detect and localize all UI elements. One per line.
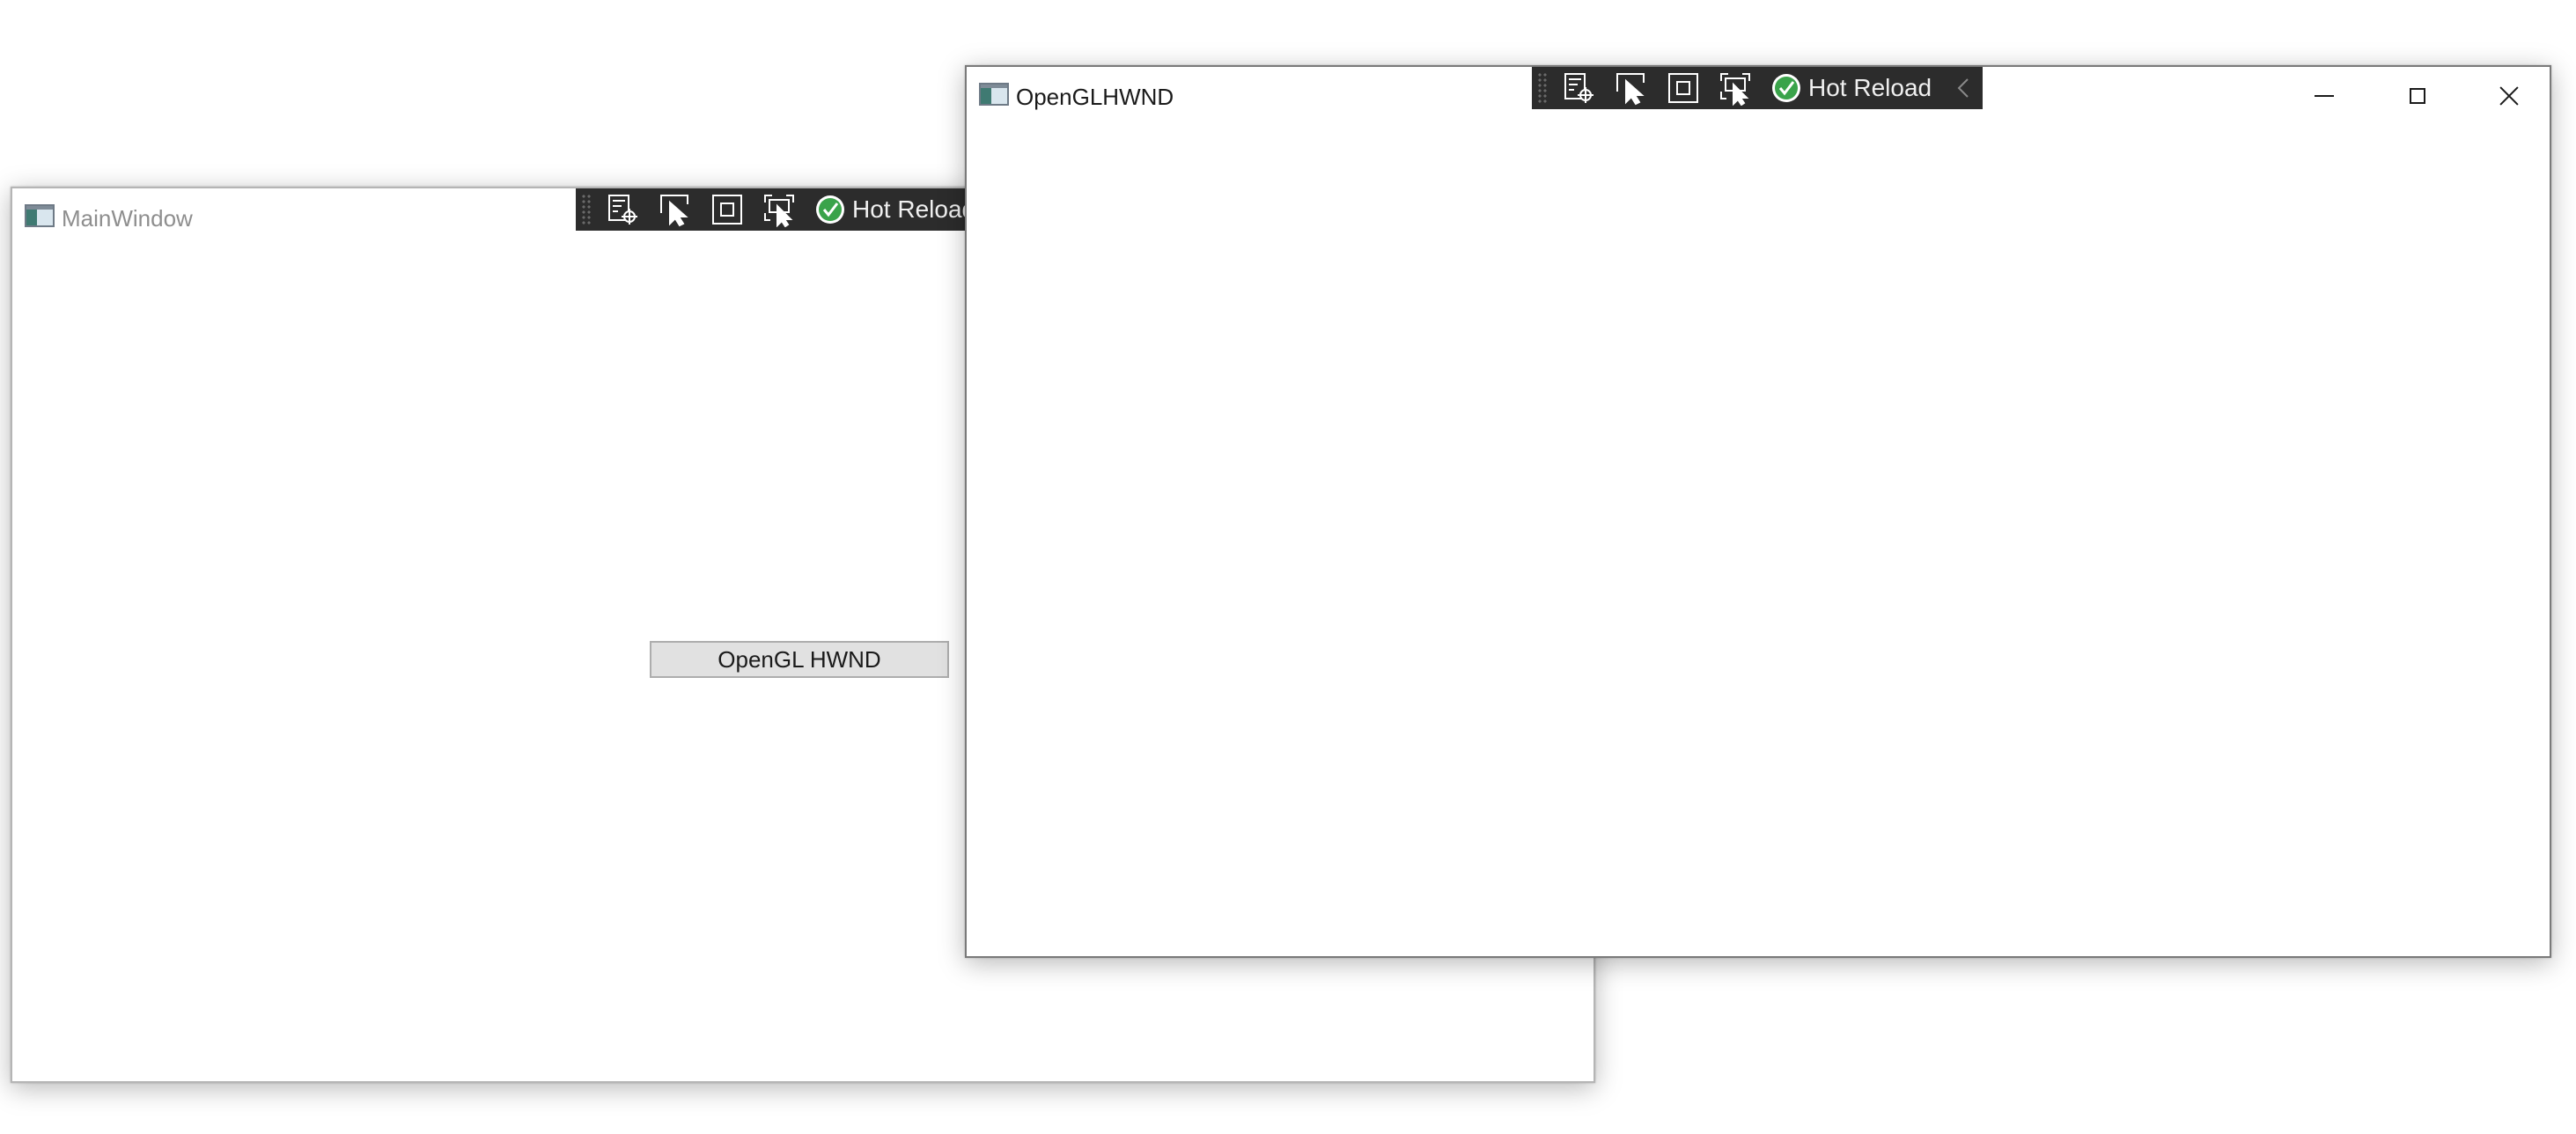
track-focus-icon[interactable] <box>1716 69 1755 107</box>
live-visual-tree-icon[interactable] <box>604 190 643 229</box>
minimize-button[interactable] <box>2284 70 2365 122</box>
track-focus-icon[interactable] <box>760 190 799 229</box>
display-layout-adorners-icon[interactable] <box>708 190 747 229</box>
main-window-xaml-toolbar: Hot Reload <box>576 188 967 231</box>
hot-reload-status-icon <box>1772 74 1800 102</box>
toolbar-grip-icon[interactable] <box>1537 72 1548 104</box>
opengl-window-titlebar[interactable]: OpenGLHWND Hot Reload <box>967 67 2550 123</box>
desktop: MainWindow Hot Reload OpenGL HWND OpenGL… <box>0 0 2576 1134</box>
app-window-icon <box>979 83 1009 106</box>
opengl-window-xaml-toolbar: Hot Reload <box>1532 67 1983 109</box>
select-element-icon[interactable] <box>1612 69 1651 107</box>
hot-reload-label: Hot Reload <box>852 195 967 223</box>
collapse-toolbar-chevron-icon[interactable] <box>1954 76 1972 100</box>
opengl-hwnd-button[interactable]: OpenGL HWND <box>650 641 949 678</box>
hot-reload-status[interactable]: Hot Reload <box>815 195 967 225</box>
minimize-icon <box>2315 95 2334 97</box>
app-window-icon <box>25 204 55 227</box>
close-button[interactable] <box>2469 70 2550 122</box>
select-element-icon[interactable] <box>656 190 695 229</box>
hot-reload-label: Hot Reload <box>1808 74 1932 101</box>
hot-reload-status[interactable]: Hot Reload <box>1771 73 1932 103</box>
opengl-window-title: OpenGLHWND <box>1016 84 1174 110</box>
live-visual-tree-icon[interactable] <box>1560 69 1599 107</box>
main-window-title: MainWindow <box>62 205 193 232</box>
hot-reload-status-icon <box>816 195 844 224</box>
maximize-icon <box>2410 88 2425 104</box>
maximize-button[interactable] <box>2377 70 2458 122</box>
toolbar-grip-icon[interactable] <box>581 194 592 225</box>
display-layout-adorners-icon[interactable] <box>1664 69 1703 107</box>
opengl-hwnd-window[interactable]: OpenGLHWND Hot Reload <box>965 65 2551 958</box>
close-icon <box>2499 86 2519 106</box>
